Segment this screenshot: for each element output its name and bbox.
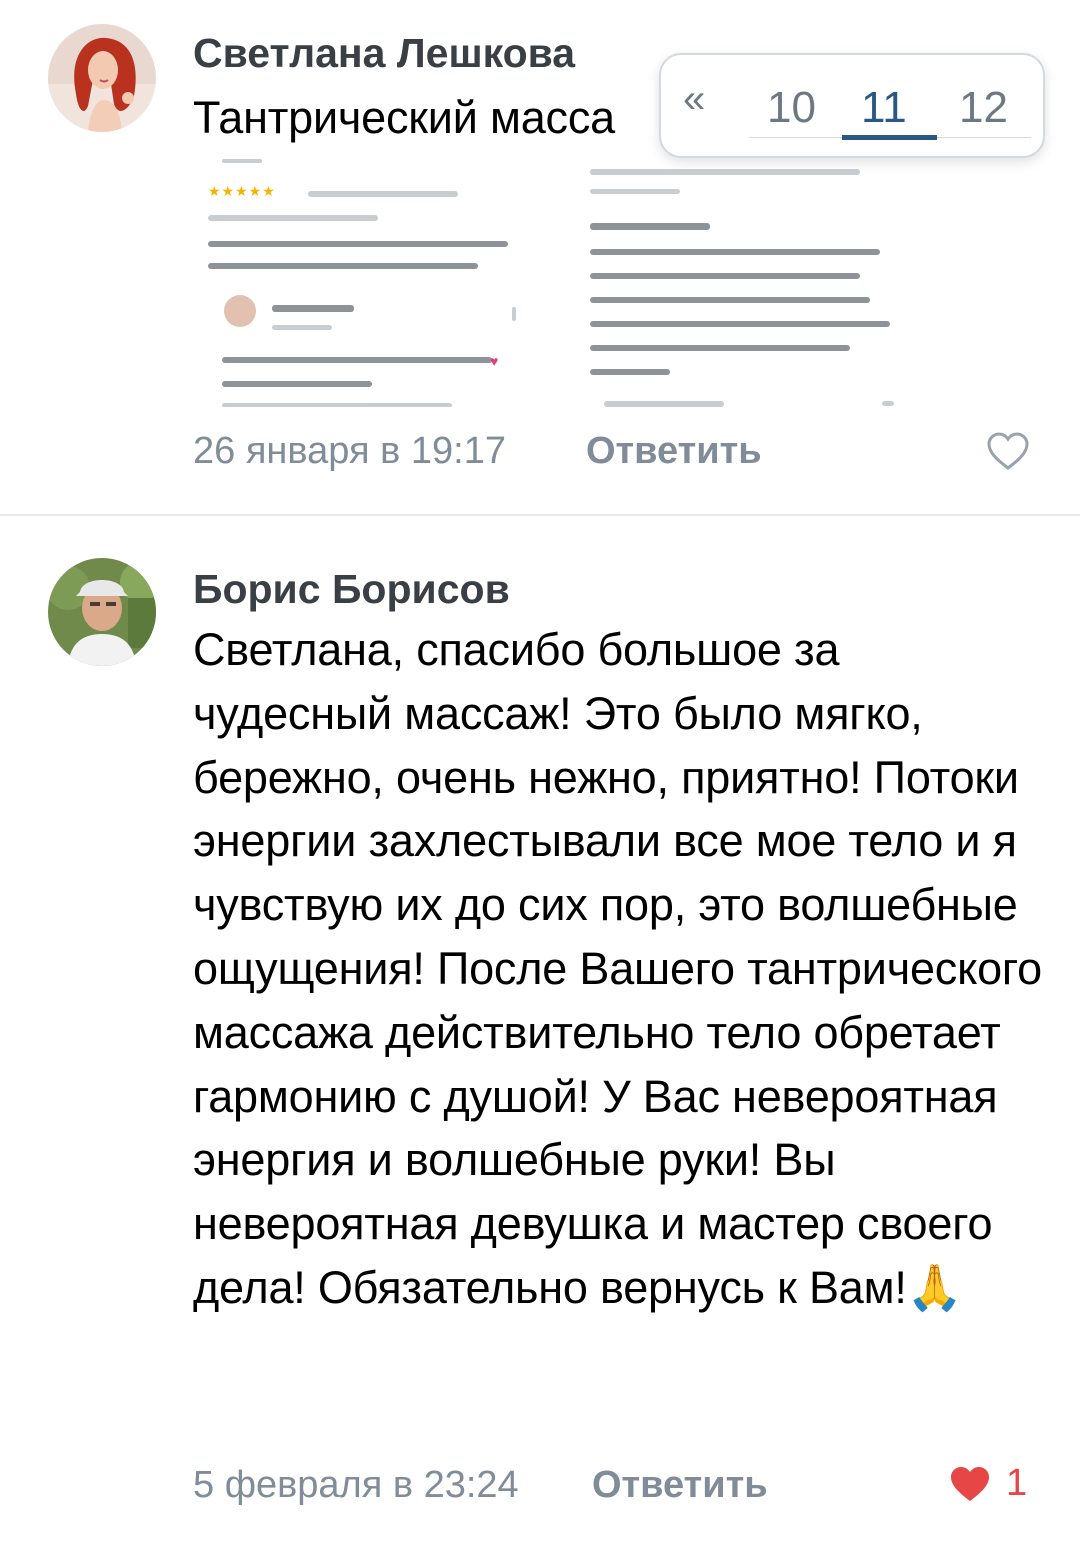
- page-12[interactable]: 12: [959, 83, 1008, 133]
- comments-pager: « 10 11 12: [659, 53, 1045, 158]
- comment-author[interactable]: Светлана Лешкова: [193, 30, 575, 77]
- comment-date[interactable]: 26 января в 19:17: [193, 430, 506, 473]
- like-count: 1: [1006, 1462, 1028, 1504]
- avatar-photo-boris: [48, 558, 156, 666]
- avatar[interactable]: [48, 558, 156, 666]
- like-button[interactable]: [986, 431, 1030, 476]
- attached-image[interactable]: ★★★★★ ♥: [200, 157, 530, 407]
- comment-text: Тантрический масса: [193, 92, 615, 143]
- avatar[interactable]: [48, 24, 156, 132]
- heart-filled-icon: [951, 1466, 989, 1501]
- comment-text: Светлана, спасибо большое за чудесный ма…: [193, 618, 1043, 1320]
- like-button[interactable]: 1: [948, 1462, 1027, 1505]
- avatar-photo-svetlana: [48, 24, 156, 132]
- page-10[interactable]: 10: [767, 83, 816, 133]
- page-11[interactable]: 11: [861, 83, 907, 133]
- comment-author[interactable]: Борис Борисов: [193, 566, 510, 613]
- attached-image[interactable]: [584, 157, 904, 407]
- comment-date[interactable]: 5 февраля в 23:24: [193, 1464, 519, 1507]
- praying-hands-icon: 🙏: [906, 1261, 963, 1313]
- double-chevron-left-icon[interactable]: «: [683, 77, 705, 122]
- active-page-indicator: [842, 135, 937, 140]
- heart-outline-icon: [987, 432, 1029, 470]
- divider: [0, 514, 1080, 516]
- comment-text-body: Светлана, спасибо большое за чудесный ма…: [193, 624, 1042, 1313]
- reply-button[interactable]: Ответить: [586, 430, 762, 473]
- reply-button[interactable]: Ответить: [592, 1464, 768, 1507]
